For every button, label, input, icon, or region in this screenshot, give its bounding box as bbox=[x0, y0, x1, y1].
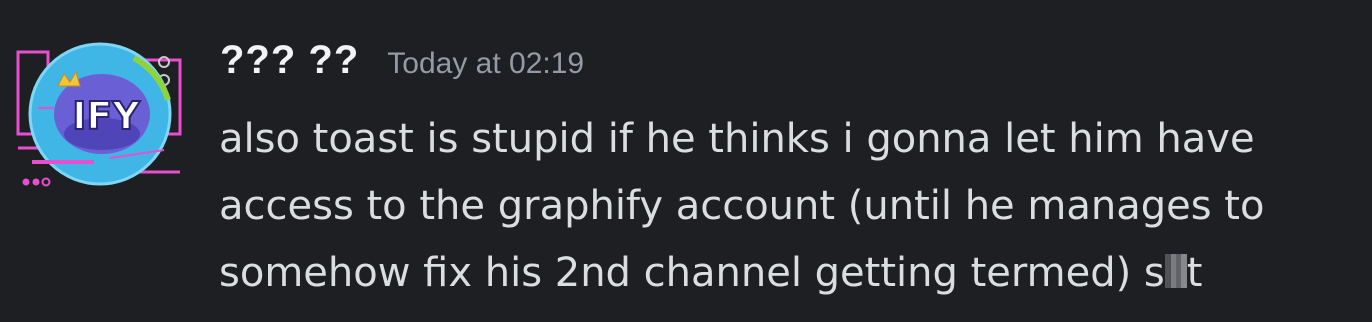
message-timestamp[interactable]: Today at 02:19 bbox=[387, 47, 584, 81]
message-line-2: access to the graphify account (until he… bbox=[219, 183, 1265, 229]
message-line-3-end: t bbox=[1186, 250, 1203, 296]
author-name[interactable]: ??? ?? bbox=[220, 38, 359, 83]
message-line-3: somehow fix his 2nd channel getting term… bbox=[219, 240, 1359, 307]
avatar-logo-text: IFY bbox=[72, 94, 140, 138]
user-avatar[interactable]: IFY bbox=[14, 38, 186, 190]
censor-block bbox=[1164, 254, 1187, 288]
message-line-3-text: somehow fix his 2nd channel getting term… bbox=[219, 250, 1165, 296]
message-header: ??? ?? Today at 02:19 bbox=[220, 38, 584, 98]
message-line-1: also toast is stupid if he thinks i gonn… bbox=[219, 116, 1255, 162]
message-content: also toast is stupid if he thinks i gonn… bbox=[219, 106, 1359, 307]
chat-message: IFY ??? ?? Today at 02:19 also toast is … bbox=[0, 0, 1372, 322]
graphify-logo-avatar-icon: IFY bbox=[16, 42, 182, 187]
